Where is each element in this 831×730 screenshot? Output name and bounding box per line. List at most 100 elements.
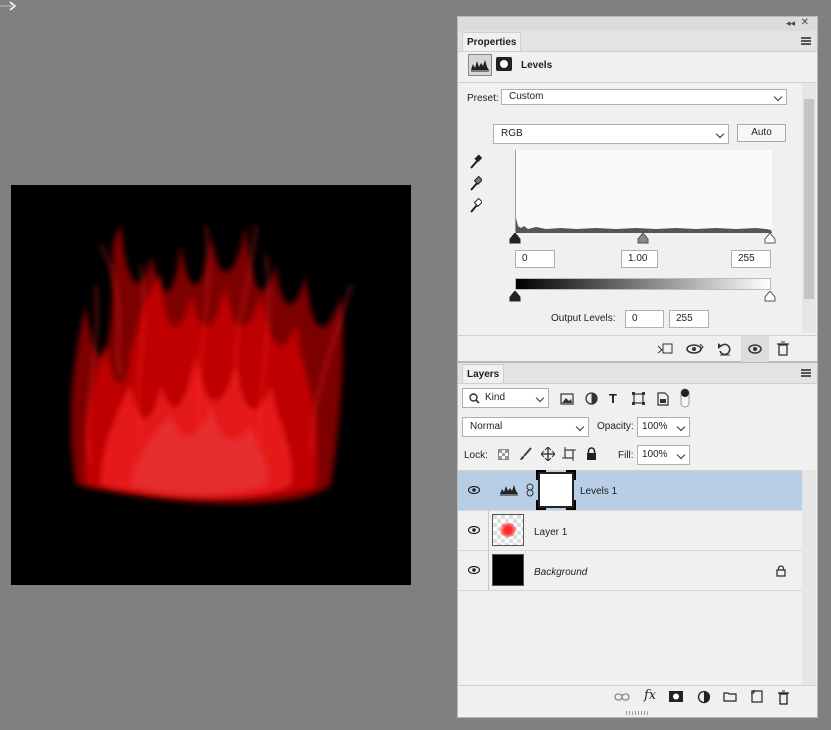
layer-row-levels-1[interactable]: Levels 1: [458, 470, 802, 511]
auto-button[interactable]: Auto: [737, 124, 786, 142]
filter-kind-dropdown[interactable]: Kind: [462, 388, 549, 408]
chevron-down-icon: [715, 129, 725, 139]
trash-icon[interactable]: [776, 341, 790, 357]
chevron-down-icon: [773, 92, 783, 102]
filter-toggle-switch[interactable]: [680, 388, 690, 411]
blend-mode-value: Normal: [470, 421, 503, 432]
lock-icon: [776, 565, 786, 580]
input-white-field[interactable]: 255: [731, 250, 771, 268]
layer-name: Background: [534, 567, 588, 578]
gray-point-eyedropper-icon[interactable]: [468, 175, 483, 195]
layer-row-background[interactable]: Background: [458, 551, 802, 591]
scrollbar-thumb[interactable]: [804, 99, 814, 299]
chevron-down-icon: [676, 422, 686, 432]
lock-transparent-pixels-icon[interactable]: [498, 449, 509, 463]
new-group-folder-icon[interactable]: [723, 691, 737, 705]
filter-pixel-layers-icon[interactable]: [560, 393, 574, 408]
filter-smart-objects-icon[interactable]: [657, 392, 669, 409]
toggle-visibility-icon[interactable]: [741, 336, 769, 363]
lock-all-icon[interactable]: [586, 447, 597, 463]
histogram-icon: [499, 483, 519, 500]
filter-adjustment-layers-icon[interactable]: [585, 392, 598, 408]
blend-mode-dropdown[interactable]: Normal: [462, 417, 589, 437]
input-black-field[interactable]: 0: [515, 250, 555, 268]
chevron-down-icon: [676, 450, 686, 460]
channel-value: RGB: [501, 128, 523, 139]
output-levels-label: Output Levels:: [551, 313, 616, 324]
layers-footer: fx: [458, 685, 817, 710]
output-black-field[interactable]: 0: [625, 310, 664, 328]
input-black-slider[interactable]: [509, 232, 521, 247]
fill-label: Fill:: [618, 450, 634, 461]
new-layer-icon[interactable]: [750, 690, 763, 706]
panel-titlebar[interactable]: ◂◂ ✕: [458, 17, 817, 31]
close-panel-icon[interactable]: ✕: [801, 17, 809, 28]
histogram-icon[interactable]: [468, 54, 492, 76]
tab-layers[interactable]: Layers: [462, 364, 505, 383]
filter-type-layers-icon[interactable]: T: [609, 391, 617, 406]
visibility-eye-icon[interactable]: [467, 525, 481, 535]
layer-name: Levels 1: [580, 486, 618, 497]
fire-artwork: [70, 224, 352, 504]
chain-link-icon[interactable]: [526, 483, 534, 500]
collapse-panels-icon[interactable]: ◂◂: [786, 18, 795, 29]
input-gamma-slider[interactable]: [637, 232, 649, 247]
preset-dropdown[interactable]: Custom: [501, 89, 787, 105]
add-mask-icon[interactable]: [669, 691, 683, 705]
layer-thumbnail[interactable]: [492, 554, 524, 586]
layers-list: Levels 1 Layer 1 Background: [458, 470, 802, 686]
properties-header: Levels: [458, 52, 817, 83]
view-previous-state-icon[interactable]: [686, 342, 704, 356]
layer-style-fx-icon[interactable]: fx: [644, 688, 656, 703]
lock-image-pixels-icon[interactable]: [519, 447, 532, 464]
section-title: Levels: [521, 60, 553, 71]
channel-dropdown[interactable]: RGB: [493, 124, 729, 144]
output-gradient-bar: [515, 278, 771, 290]
delete-layer-trash-icon[interactable]: [777, 690, 790, 708]
chevron-down-icon: [535, 393, 545, 403]
properties-footer: [458, 335, 817, 364]
opacity-value: 100%: [642, 421, 668, 432]
layer-thumbnail[interactable]: [492, 514, 524, 546]
panel-menu-icon[interactable]: [801, 369, 811, 377]
search-icon: [469, 393, 480, 411]
tab-properties[interactable]: Properties: [462, 32, 522, 51]
clip-to-layer-icon[interactable]: [657, 343, 673, 355]
white-point-eyedropper-icon[interactable]: [468, 197, 483, 217]
cursor-arrow-icon: [0, 0, 18, 12]
lock-position-icon[interactable]: [540, 446, 556, 464]
layers-panel: Layers Kind T Normal Opacity: 100% Lock:…: [457, 362, 818, 718]
filter-shape-layers-icon[interactable]: [632, 392, 645, 408]
input-gamma-field[interactable]: 1.00: [621, 250, 658, 268]
output-black-slider[interactable]: [509, 290, 521, 305]
properties-scrollbar[interactable]: [802, 83, 816, 333]
opacity-label: Opacity:: [597, 421, 634, 432]
opacity-field[interactable]: 100%: [637, 417, 690, 437]
properties-tab-row: Properties: [458, 31, 817, 52]
panel-resize-grip[interactable]: [626, 711, 648, 715]
chevron-down-icon: [575, 422, 585, 432]
layer-row-layer-1[interactable]: Layer 1: [458, 511, 802, 551]
input-white-slider[interactable]: [764, 232, 776, 247]
layers-scrollbar[interactable]: [802, 470, 816, 685]
mask-icon[interactable]: [496, 57, 512, 71]
levels-histogram: [515, 150, 772, 233]
visibility-eye-icon[interactable]: [467, 485, 481, 495]
reset-icon[interactable]: [717, 341, 733, 357]
lock-artboard-icon[interactable]: [562, 447, 576, 464]
output-white-field[interactable]: 255: [669, 310, 709, 328]
layer-mask-thumbnail[interactable]: [536, 470, 576, 510]
layers-tab-row: Layers: [458, 363, 817, 384]
fill-value: 100%: [642, 449, 668, 460]
lock-label: Lock:: [464, 450, 488, 461]
black-point-eyedropper-icon[interactable]: [468, 154, 483, 173]
properties-panel: ◂◂ ✕ Properties Levels Preset: Custom RG…: [457, 16, 818, 364]
new-adjustment-layer-icon[interactable]: [697, 690, 711, 707]
filter-kind-value: Kind: [485, 392, 506, 403]
link-layers-icon[interactable]: [614, 692, 630, 705]
visibility-eye-icon[interactable]: [467, 565, 481, 575]
panel-menu-icon[interactable]: [801, 37, 811, 45]
document-canvas[interactable]: [11, 185, 411, 585]
output-white-slider[interactable]: [764, 290, 776, 305]
fill-field[interactable]: 100%: [637, 445, 690, 465]
